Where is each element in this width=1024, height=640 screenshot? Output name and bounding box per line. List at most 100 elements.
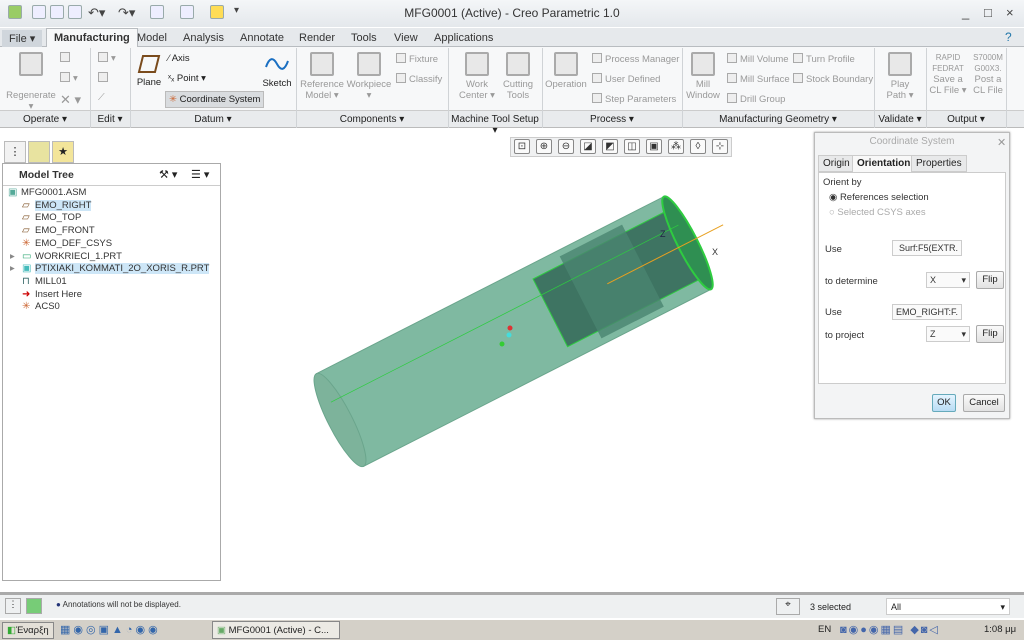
regenerate-button[interactable]: Regenerate ▾ [6,52,56,112]
tree-item[interactable]: ➜ Insert Here [22,289,82,301]
taskbar-app-button[interactable]: ▣ MFG0001 (Active) - C... [212,621,340,639]
delete-icon[interactable]: ✕ ▾ [60,92,81,108]
mill-window-button[interactable]: Mill Window [684,52,722,101]
tree-settings-icon[interactable]: ⚒ ▾ [159,168,177,181]
tab-properties[interactable]: Properties [911,155,967,172]
tab-applications[interactable]: Applications [427,30,500,46]
tree-columns-icon[interactable]: ☰ ▾ [191,168,209,181]
copy-icon[interactable] [60,52,73,64]
user-defined-button[interactable]: User Defined [592,73,660,85]
tab-annotate[interactable]: Annotate [233,30,291,46]
repaint-icon[interactable]: ◪ [580,139,596,154]
flip-button-1[interactable]: Flip [976,271,1004,289]
workpiece-button[interactable]: Workpiece ▾ [346,52,392,101]
help-icon[interactable]: ? [1005,30,1012,44]
cutting-tools-button[interactable]: Cutting Tools [500,52,536,101]
display-style-icon[interactable]: ◩ [602,139,618,154]
mill-surface-button[interactable]: Mill Surface [727,73,790,85]
fixture-button[interactable]: Fixture [396,53,438,65]
tab-render[interactable]: Render [292,30,342,46]
edit-paste-icon[interactable] [98,72,111,84]
3d-viewport[interactable]: X Z [222,160,812,590]
tree-item[interactable]: ✳ ACS0 [22,301,60,313]
stock-boundary-button[interactable]: Stock Boundary [793,73,873,85]
point-button[interactable]: ˣₓ Point ▾ [168,73,206,84]
group-components[interactable]: Components ▾ [296,114,448,125]
turn-profile-button[interactable]: Turn Profile [793,53,855,65]
view-manager-icon[interactable]: ▣ [646,139,662,154]
tree-item[interactable]: ▱ EMO_TOP [22,212,81,224]
group-validate[interactable]: Validate ▾ [874,114,926,125]
edit-table-icon[interactable]: ▾ [98,52,116,64]
language-indicator[interactable]: EN [818,624,831,635]
group-output[interactable]: Output ▾ [926,114,1006,125]
group-machine-tool-setup[interactable]: Machine Tool Setup ▾ [448,114,542,136]
tree-item[interactable]: ▣ MFG0001.ASM [8,187,86,199]
tab-file[interactable]: File ▾ [2,30,43,47]
favorites-tab-icon[interactable]: ★ [52,141,74,163]
tab-analysis[interactable]: Analysis [176,30,231,46]
tab-model[interactable]: Model [130,30,174,46]
paste-icon[interactable]: ▾ [60,72,78,84]
use-reference-field-1[interactable]: Surf:F5(EXTR. [892,240,962,256]
dialog-close-icon[interactable]: ✕ [997,136,1006,149]
tree-item[interactable]: ▸ ▣ PTIXIAKI_KOMMATI_2O_XORIS_R.PRT [10,263,210,275]
axis-button[interactable]: ⁄ Axis [168,53,190,64]
refit-icon[interactable]: ⊡ [514,139,530,154]
minimize-button[interactable]: _ [962,5,969,20]
ok-button[interactable]: OK [932,394,956,412]
quick-launch-icons[interactable]: ▦◉◎▣▲◔◉◉ [60,623,161,636]
spin-center-icon[interactable]: ⊹ [712,139,728,154]
tab-view[interactable]: View [387,30,425,46]
tab-origin[interactable]: Origin [818,155,855,172]
tree-item[interactable]: ✳ EMO_DEF_CSYS [22,238,112,250]
find-binoculars-icon[interactable]: ⌖ [776,598,800,615]
operation-button[interactable]: Operation [544,52,588,90]
tree-item[interactable]: ⊓ MILL01 [22,276,67,288]
mill-volume-button[interactable]: Mill Volume [727,53,789,65]
work-center-button[interactable]: Work Center ▾ [456,52,498,101]
project-axis-select[interactable]: Z ▾ [926,326,970,342]
group-process[interactable]: Process ▾ [542,114,682,125]
tab-manufacturing[interactable]: Manufacturing [46,28,138,47]
folder-browser-tab-icon[interactable] [28,141,50,163]
classify-button[interactable]: Classify [396,73,442,85]
edit-dimension-icon[interactable]: ⟋ [98,92,105,103]
tab-tools[interactable]: Tools [344,30,384,46]
determine-axis-select[interactable]: X ▾ [926,272,970,288]
group-edit[interactable]: Edit ▾ [90,114,130,125]
browser-toggle-icon[interactable] [26,598,42,614]
tree-item[interactable]: ▸ ▭ WORKRIECI_1.PRT [10,251,122,263]
expand-arrow-icon[interactable]: ▸ [10,263,15,275]
post-cl-file-button[interactable]: S7000M G00X3. Post a CL File [970,52,1006,96]
reference-model-button[interactable]: Reference Model ▾ [300,52,344,101]
maximize-button[interactable]: □ [984,5,992,20]
tree-item[interactable]: ▱ EMO_FRONT [22,225,95,237]
datum-display-icon[interactable]: ⁂ [668,139,684,154]
use-reference-field-2[interactable]: EMO_RIGHT:F. [892,304,962,320]
zoom-in-icon[interactable]: ⊕ [536,139,552,154]
drill-group-button[interactable]: Drill Group [727,93,785,105]
show-tree-icon[interactable]: ⋮ [5,598,21,614]
tree-item[interactable]: ▱ EMO_RIGHT [22,199,92,212]
start-button[interactable]: ◧Έναρξη [2,622,54,639]
references-selection-radio[interactable]: ◉ References selection [829,192,929,203]
play-path-button[interactable]: Play Path ▾ [882,52,918,101]
sketch-button[interactable]: Sketch [262,53,292,89]
flip-button-2[interactable]: Flip [976,325,1004,343]
group-manufacturing-geometry[interactable]: Manufacturing Geometry ▾ [682,114,874,125]
zoom-out-icon[interactable]: ⊖ [558,139,574,154]
model-tree-tab-icon[interactable]: ⋮ [4,141,26,163]
group-datum[interactable]: Datum ▾ [130,114,296,125]
annotation-display-icon[interactable]: ◊ [690,139,706,154]
tab-orientation[interactable]: Orientation [852,155,916,173]
group-operate[interactable]: Operate ▾ [0,114,90,125]
step-parameters-button[interactable]: Step Parameters [592,93,676,105]
close-button[interactable]: × [1006,5,1014,20]
selection-filter-select[interactable]: All ▾ [886,598,1010,615]
save-cl-file-button[interactable]: RAPID FEDRAT Save a CL File ▾ [926,52,970,96]
system-tray-icons[interactable]: ◙◉●◉▦▤ ◆◙◁ [840,623,940,636]
selected-csys-axes-radio[interactable]: ○ Selected CSYS axes [829,207,926,218]
process-manager-button[interactable]: Process Manager [592,53,679,65]
cancel-button[interactable]: Cancel [963,394,1005,412]
